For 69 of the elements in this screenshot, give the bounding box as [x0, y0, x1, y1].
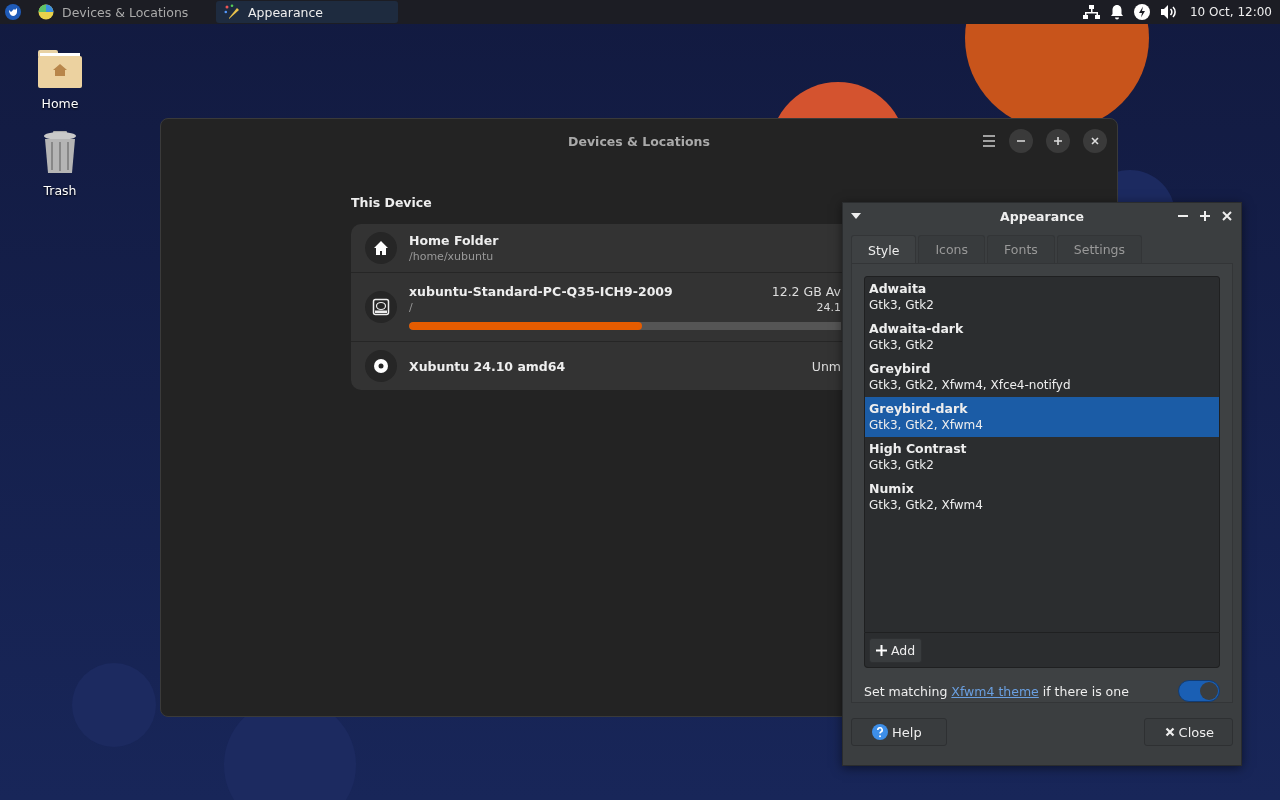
theme-item[interactable]: Numix Gtk3, Gtk2, Xfwm4: [865, 477, 1219, 517]
theme-item[interactable]: Adwaita-dark Gtk3, Gtk2: [865, 317, 1219, 357]
disc-icon: [373, 358, 389, 374]
section-heading: This Device: [351, 195, 433, 210]
menu-logo-icon[interactable]: [5, 4, 21, 20]
theme-details: Gtk3, Gtk2, Xfwm4, Xfce4-notifyd: [869, 377, 1072, 394]
maximize-button[interactable]: [1046, 129, 1070, 153]
help-button[interactable]: Help: [851, 718, 947, 746]
close-icon: [1164, 727, 1175, 737]
bell-icon[interactable]: [1109, 4, 1124, 20]
theme-name: Greybird-dark: [869, 400, 969, 417]
device-row[interactable]: xubuntu-Standard-PC-Q35-ICH9-2009 12.2 GB Av / 24.1: [351, 273, 842, 342]
device-path: /home/xubuntu: [409, 250, 494, 263]
close-icon: [1090, 136, 1100, 146]
theme-name: Numix: [869, 480, 915, 497]
mount-status-text: Unm: [811, 358, 841, 374]
desktop-icon-label[interactable]: Trash: [43, 183, 77, 198]
desktop-icon-label[interactable]: Home: [41, 96, 79, 111]
theme-details: Gtk3, Gtk2: [869, 337, 935, 354]
theme-details: Gtk3, Gtk2: [869, 457, 935, 474]
theme-name: Adwaita-dark: [869, 320, 965, 337]
network-icon[interactable]: [1081, 4, 1100, 20]
device-row[interactable]: Home Folder /home/xubuntu: [351, 224, 842, 273]
taskbar-button[interactable]: Devices & Locations: [30, 1, 212, 23]
magic-wand-icon: [224, 4, 240, 20]
xfwm4-theme-link[interactable]: Xfwm4 theme: [951, 683, 1039, 699]
tab[interactable]: Icons: [918, 235, 986, 263]
volume-icon[interactable]: [1159, 4, 1178, 20]
tab[interactable]: Fonts: [987, 235, 1055, 263]
home-icon: [373, 240, 389, 256]
power-icon[interactable]: [1133, 4, 1150, 20]
theme-name: Adwaita: [869, 280, 928, 297]
device-path: /: [409, 301, 413, 314]
close-icon[interactable]: [1221, 210, 1233, 222]
close-button[interactable]: [1083, 129, 1107, 153]
menu-icon[interactable]: [982, 134, 996, 148]
theme-name: Greybird: [869, 360, 932, 377]
theme-item[interactable]: Greybird-dark Gtk3, Gtk2, Xfwm4: [865, 397, 1219, 437]
free-space-text: 12.2 GB Av: [771, 284, 841, 299]
theme-details: Gtk3, Gtk2, Xfwm4: [869, 497, 984, 514]
maximize-icon[interactable]: [1199, 210, 1211, 222]
pie-chart-icon: [38, 4, 54, 20]
theme-details: Gtk3, Gtk2, Xfwm4: [869, 417, 984, 434]
device-name: Xubuntu 24.10 amd64: [409, 358, 566, 374]
window-title: Devices & Locations: [568, 133, 710, 149]
add-button[interactable]: Add: [869, 637, 923, 663]
theme-item[interactable]: Adwaita Gtk3, Gtk2: [865, 277, 1219, 317]
clock[interactable]: 10 Oct, 12:00: [1189, 5, 1272, 19]
tab[interactable]: Settings: [1056, 235, 1143, 263]
capacity-text: 24.1: [816, 301, 841, 314]
setting-label: Set matching Xfwm4 theme if there is one: [864, 683, 1129, 699]
close-button[interactable]: Close: [1143, 718, 1233, 746]
theme-details: Gtk3, Gtk2: [869, 297, 935, 314]
tab[interactable]: Style: [851, 235, 917, 264]
toggle-switch[interactable]: [1178, 680, 1220, 702]
theme-item[interactable]: High Contrast Gtk3, Gtk2: [865, 437, 1219, 477]
device-name: xubuntu-Standard-PC-Q35-ICH9-2009: [409, 284, 673, 299]
window-menu-icon[interactable]: [851, 212, 861, 220]
taskbar-button[interactable]: Appearance: [216, 1, 398, 23]
theme-name: High Contrast: [869, 440, 968, 457]
theme-item[interactable]: Greybird Gtk3, Gtk2, Xfwm4, Xfce4-notifyd: [865, 357, 1219, 397]
maximize-icon: [1053, 136, 1063, 146]
help-icon: [872, 724, 888, 740]
plus-icon: [876, 644, 887, 656]
device-row[interactable]: Xubuntu 24.10 amd64 Unm: [351, 342, 842, 390]
window-title: Appearance: [999, 208, 1085, 224]
minimize-button[interactable]: [1009, 129, 1033, 153]
device-name: Home Folder: [409, 233, 499, 248]
drive-icon: [372, 298, 390, 316]
